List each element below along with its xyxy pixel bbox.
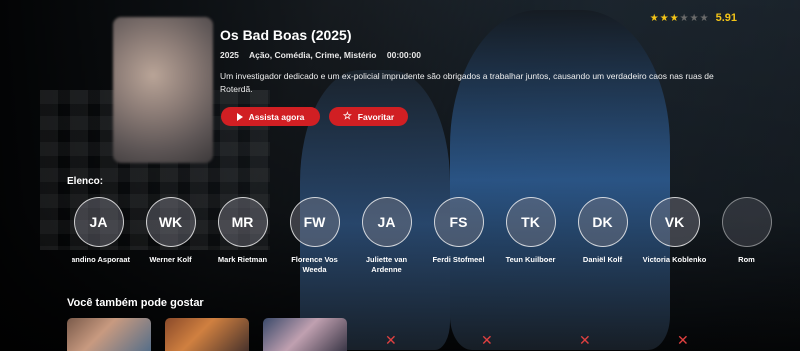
star-empty-icon: ★ [679,12,690,24]
cast-member-name: Jandino Asporaat [72,255,131,264]
favorite-label: Favoritar [357,111,395,122]
broken-image-icon[interactable]: ✕ [481,332,493,349]
recommendation-card[interactable] [165,318,249,351]
cast-member-name: Florence Vos Weeda [291,255,338,274]
star-empty-icon: ★ [689,12,700,24]
star-empty-icon: ★ [699,12,710,24]
star-outline-icon: ☆ [342,110,352,122]
star-filled-icon: ★ [659,12,670,24]
movie-description: Um investigador dedicado e um ex-policia… [220,71,714,94]
rating: ★★★★★★ 5.91 [650,12,737,24]
broken-image-icon[interactable]: ✕ [385,332,397,349]
avatar: FW [289,197,340,247]
rating-value: 5.91 [715,12,737,24]
cast-member[interactable]: WK Werner Kolf [144,197,197,275]
cast-member-name: Werner Kolf [149,255,192,264]
recommendation-card[interactable] [263,318,347,351]
cast-member-name: Ferdi Stofmeel [432,255,485,264]
avatar: WK [145,197,196,247]
avatar: JA [361,197,412,247]
star-filled-icon: ★ [669,12,680,24]
movie-genres: Ação, Comédia, Crime, Mistério [248,50,377,60]
movie-meta: 2025 Ação, Comédia, Crime, Mistério 00:0… [220,50,429,60]
backdrop-figure-right [450,10,670,350]
cast-member-name: Mark Rietman [217,255,268,264]
recommendation-card[interactable] [67,318,151,351]
play-icon [236,112,243,121]
favorite-button[interactable]: ☆ Favoritar [329,107,408,126]
cast-member[interactable]: FS Ferdi Stofmeel [432,197,485,275]
avatar [721,197,772,247]
cast-member-name: Victoria Koblenko [642,255,707,264]
cast-member-name: Daniël Kolf [582,255,623,264]
cast-list: JA Jandino Asporaat WK Werner Kolf MR Ma… [72,197,800,275]
avatar: TK [505,197,556,247]
movie-poster [113,17,213,163]
cast-member[interactable]: JA Jandino Asporaat [72,197,130,275]
cast-member[interactable]: DK Daniël Kolf [576,197,629,275]
avatar: JA [73,197,124,247]
avatar: MR [217,197,268,247]
cast-member[interactable]: Rom [720,197,773,275]
recommendations-heading: Você também pode gostar [67,297,204,309]
cast-member[interactable]: TK Teun Kuilboer [504,197,557,275]
avatar: FS [433,197,484,247]
watch-now-label: Assista agora [248,111,305,122]
cast-member-name: Teun Kuilboer [505,255,556,264]
cast-member-name: Rom [738,255,755,264]
cast-member[interactable]: FW Florence Vos Weeda [288,197,341,275]
cast-heading: Elenco: [67,176,104,187]
cast-member-name: Juliette van Ardenne [365,255,408,274]
rating-stars: ★★★★★★ [650,13,710,24]
movie-year: 2025 [220,50,239,60]
avatar: VK [649,197,700,247]
broken-image-icon[interactable]: ✕ [579,332,591,349]
movie-duration: 00:00:00 [386,50,421,60]
cast-member[interactable]: MR Mark Rietman [216,197,269,275]
cast-member[interactable]: JA Juliette van Ardenne [360,197,413,275]
avatar: DK [577,197,628,247]
star-filled-icon: ★ [649,12,660,24]
watch-now-button[interactable]: Assista agora [221,107,320,126]
broken-image-icon[interactable]: ✕ [677,332,689,349]
cast-member[interactable]: VK Victoria Koblenko [643,197,706,275]
movie-title: Os Bad Boas (2025) [220,27,352,43]
recommendations-row: ✕ ✕ ✕ ✕ [67,318,800,351]
